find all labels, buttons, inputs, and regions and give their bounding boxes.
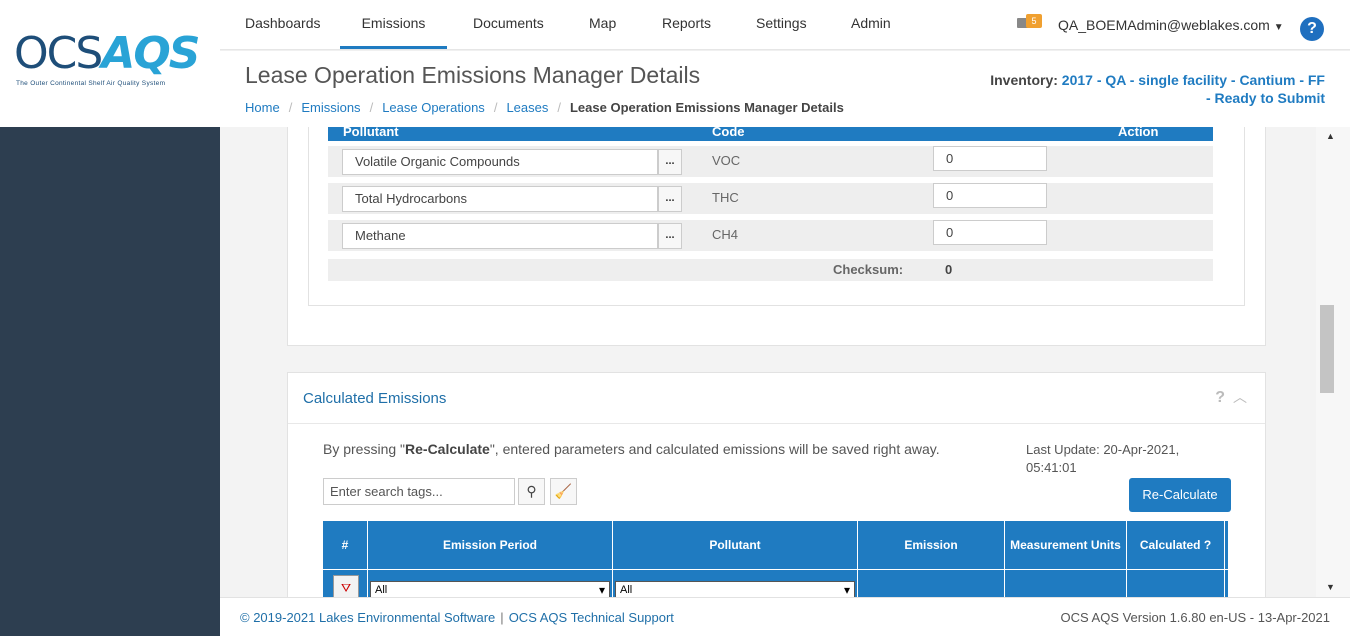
user-email: QA_BOEMAdmin@weblakes.com [1058, 17, 1270, 33]
nav-emissions[interactable]: Emissions [340, 0, 447, 49]
recalculate-button[interactable]: Re-Calculate [1129, 478, 1231, 512]
search-tags-input[interactable]: Enter search tags... [323, 478, 515, 505]
pollutant-code: VOC [712, 153, 741, 168]
col-code: Code [712, 127, 745, 139]
logo-tagline: The Outer Continental Shelf Air Quality … [16, 80, 166, 87]
section-title: Calculated Emissions [303, 390, 447, 407]
checksum-row: Checksum: 0 [328, 259, 1213, 281]
grid-col-calculated[interactable]: Calculated ? [1127, 521, 1225, 569]
last-update: Last Update: 20-Apr-2021, 05:41:01 [1026, 442, 1180, 475]
nav-admin[interactable]: Admin [846, 0, 896, 49]
scroll-thumb[interactable] [1320, 305, 1334, 393]
main-content: Pollutant Code Action Volatile Organic C… [220, 127, 1316, 597]
copyright-link[interactable]: © 2019-2021 Lakes Environmental Software [240, 610, 495, 625]
pollutant-filter[interactable]: All [615, 581, 855, 597]
page-title: Lease Operation Emissions Manager Detail… [245, 62, 701, 88]
section-help-icon[interactable]: ? [1215, 389, 1225, 407]
user-menu[interactable]: QA_BOEMAdmin@weblakes.com ▼ [1058, 17, 1284, 33]
pollutant-lookup-button[interactable]: ... [658, 149, 682, 175]
nav-dashboards[interactable]: Dashboards [240, 0, 326, 49]
emission-period-filter[interactable]: All [370, 581, 610, 597]
pollutant-code: CH4 [712, 227, 739, 242]
page-header: Lease Operation Emissions Manager Detail… [220, 51, 1350, 127]
pollutant-lookup-button[interactable]: ... [658, 223, 682, 249]
pollutant-lookup-button[interactable]: ... [658, 186, 682, 212]
grid-col-emission[interactable]: Emission [858, 521, 1005, 569]
logo-aqs-text: AQS [101, 28, 200, 79]
table-row: Volatile Organic Compounds ... VOC 0 [328, 146, 1213, 177]
pollutant-field[interactable]: Methane [342, 223, 658, 249]
logo-ocs-text: OCS [14, 28, 103, 79]
clear-broom-icon[interactable]: 🧹 [550, 478, 577, 505]
scroll-down-arrow-icon[interactable]: ▼ [1326, 582, 1335, 592]
checksum-label: Checksum: [833, 262, 904, 277]
inventory-label: Inventory: [990, 72, 1058, 88]
calculated-emissions-card: Calculated Emissions ? ︿ By pressing "Re… [287, 372, 1266, 597]
breadcrumb-home[interactable]: Home [245, 100, 280, 115]
nav-documents[interactable]: Documents [468, 0, 549, 49]
footer: © 2019-2021 Lakes Environmental Software… [220, 597, 1350, 636]
inventory-status-link[interactable]: - Ready to Submit [1206, 90, 1325, 106]
recalculate-info: By pressing "Re-Calculate", entered para… [323, 441, 940, 457]
grid-col-number[interactable]: # [323, 521, 368, 569]
pollutant-field[interactable]: Total Hydrocarbons [342, 186, 658, 212]
logo[interactable]: OCSAQS The Outer Continental Shelf Air Q… [0, 0, 220, 127]
grid-filter-row: ⛛ All All [323, 569, 1228, 597]
checksum-value: 0 [945, 262, 953, 277]
nav-reports[interactable]: Reports [657, 0, 716, 49]
clear-filter-icon[interactable]: ⛛ [333, 575, 359, 597]
table-row: Total Hydrocarbons ... THC 0 [328, 183, 1213, 214]
col-pollutant: Pollutant [343, 127, 399, 139]
emission-value-input[interactable]: 0 [933, 183, 1047, 208]
pollutant-table-header: Pollutant Code Action [328, 127, 1213, 141]
vertical-scrollbar[interactable]: ▲ ▼ [1316, 127, 1350, 597]
pollutant-field[interactable]: Volatile Organic Compounds [342, 149, 658, 175]
pollutant-code: THC [712, 190, 739, 205]
breadcrumb-emissions[interactable]: Emissions [301, 100, 360, 115]
collapse-chevron-icon[interactable]: ︿ [1233, 387, 1247, 407]
help-icon[interactable]: ? [1300, 17, 1324, 41]
table-row: Methane ... CH4 0 [328, 220, 1213, 251]
divider [288, 423, 1265, 424]
breadcrumb-lease-operations[interactable]: Lease Operations [382, 100, 485, 115]
emission-value-input[interactable]: 0 [933, 220, 1047, 245]
breadcrumb-current: Lease Operation Emissions Manager Detail… [569, 100, 844, 115]
nav-settings[interactable]: Settings [751, 0, 812, 49]
breadcrumb: Home / Emissions / Lease Operations / Leases / L… [245, 100, 844, 115]
breadcrumb-leases[interactable]: Leases [506, 100, 548, 115]
nav-map[interactable]: Map [584, 0, 621, 49]
caret-down-icon: ▼ [1273, 22, 1284, 33]
search-icon[interactable]: ⚲ [518, 478, 545, 505]
top-navigation: Dashboards Emissions Documents Map Repor… [220, 0, 1350, 50]
inventory-link[interactable]: 2017 - QA - single facility - Cantium - … [1062, 72, 1325, 88]
scroll-up-arrow-icon[interactable]: ▲ [1326, 131, 1335, 141]
grid-col-pollutant[interactable]: Pollutant [613, 521, 858, 569]
grid-col-measurement-units[interactable]: Measurement Units [1005, 521, 1127, 569]
grid-col-emission-period[interactable]: Emission Period [368, 521, 613, 569]
col-action: Action [1118, 127, 1159, 139]
pollutant-card: Pollutant Code Action Volatile Organic C… [287, 127, 1266, 346]
emissions-grid: # Emission Period Pollutant Emission Mea… [323, 521, 1228, 597]
emission-value-input[interactable]: 0 [933, 146, 1047, 171]
inventory-info: Inventory: 2017 - QA - single facility -… [965, 71, 1325, 107]
support-link[interactable]: OCS AQS Technical Support [509, 610, 674, 625]
mail-count-badge: 5 [1026, 14, 1042, 28]
version-text: OCS AQS Version 1.6.80 en-US - 13-Apr-20… [1060, 610, 1330, 625]
